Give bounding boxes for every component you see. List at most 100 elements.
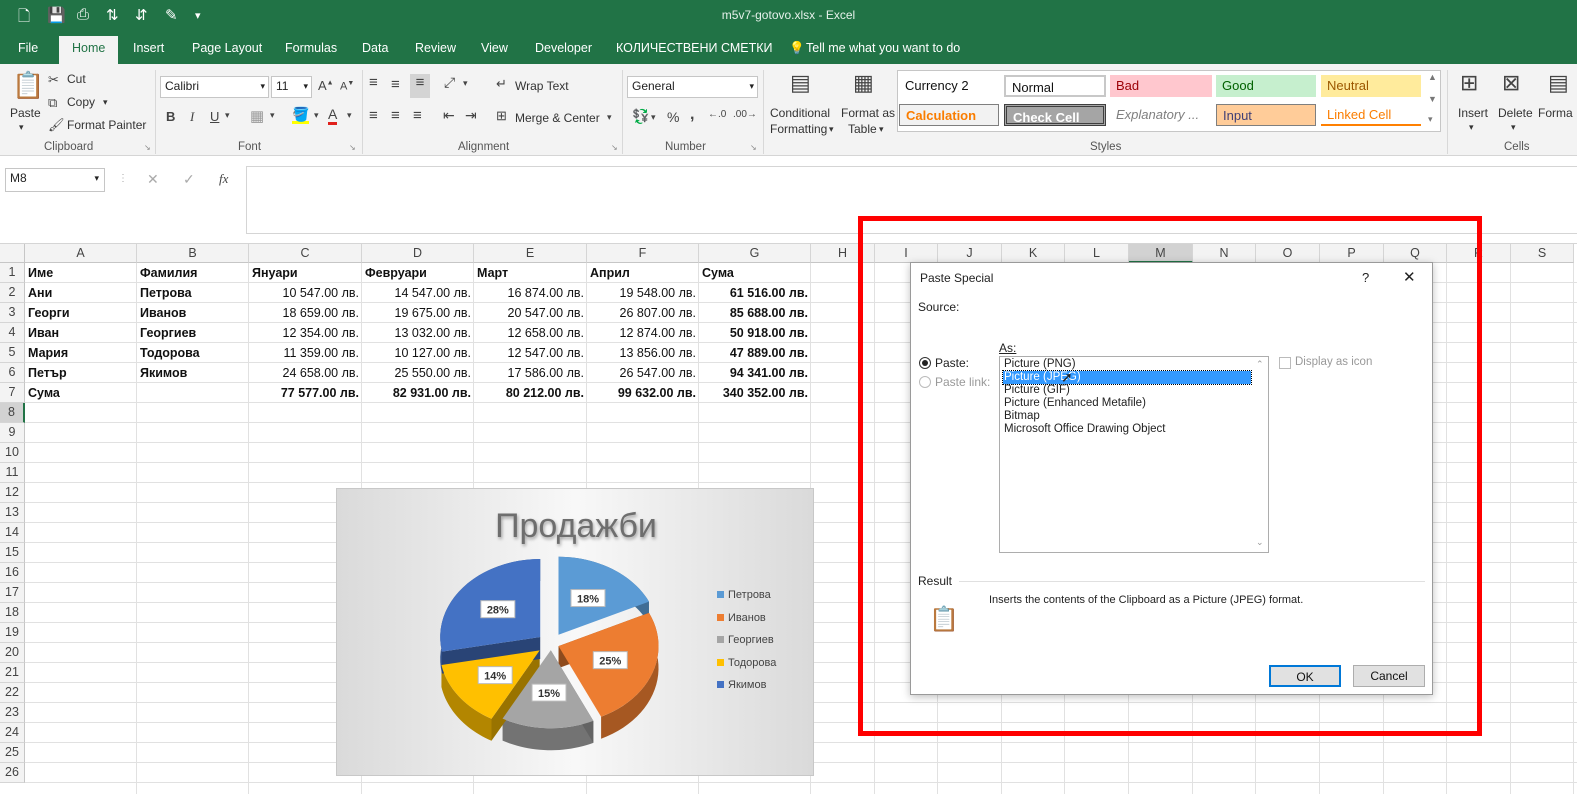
tab-home[interactable]: Home <box>59 36 119 64</box>
display-as-icon-checkbox[interactable] <box>1279 357 1291 369</box>
cell-e6[interactable]: 17 586.00 лв. <box>474 363 587 383</box>
name-box[interactable]: M8 ▾ <box>5 168 105 192</box>
cell-d2[interactable]: 14 547.00 лв. <box>362 283 474 303</box>
cell-e7[interactable]: 80 212.00 лв. <box>474 383 587 403</box>
cell-f4[interactable]: 12 874.00 лв. <box>587 323 699 343</box>
tab-kolichestveni-smetki[interactable]: КОЛИЧЕСТВЕНИ СМЕТКИ <box>616 41 773 55</box>
bold-button[interactable]: B <box>166 109 175 124</box>
style-explanatory[interactable]: Explanatory ... <box>1110 104 1212 126</box>
increase-decimal-icon[interactable]: ←.0 <box>708 109 726 120</box>
cell-e3[interactable]: 20 547.00 лв. <box>474 303 587 323</box>
row-header-5[interactable]: 5 <box>0 343 25 363</box>
align-bottom-icon[interactable]: ≡ <box>410 74 430 98</box>
pie-chart[interactable]: Продажби 18% 25% 15% 14% 28% Петрова Иванов Ге… <box>336 488 814 776</box>
row-header-21[interactable]: 21 <box>0 663 25 683</box>
accounting-format-icon[interactable]: 💱 <box>632 108 649 125</box>
cancel-entry-icon[interactable]: ✕ <box>147 171 159 188</box>
comma-style-button[interactable]: , <box>690 106 694 124</box>
font-name-box[interactable]: Calibri ▾ <box>160 76 269 98</box>
paste-link-radio[interactable] <box>919 376 931 388</box>
font-color-dropdown-icon[interactable]: ▾ <box>347 110 352 121</box>
orientation-icon[interactable]: ⤢ <box>444 74 455 91</box>
scroll-up-icon[interactable]: ⌃ <box>1256 359 1264 370</box>
percent-button[interactable]: % <box>667 109 679 125</box>
cell-g4[interactable]: 50 918.00 лв. <box>699 323 811 343</box>
fill-color-icon[interactable]: 🪣 <box>292 107 310 124</box>
increase-font-icon[interactable]: A▲ <box>318 78 334 93</box>
cell-f2[interactable]: 19 548.00 лв. <box>587 283 699 303</box>
confirm-entry-icon[interactable]: ✓ <box>183 171 195 188</box>
fill-dropdown-icon[interactable]: ▾ <box>314 110 319 121</box>
decrease-font-icon[interactable]: A▼ <box>340 80 354 93</box>
cell-f6[interactable]: 26 547.00 лв. <box>587 363 699 383</box>
column-header-f[interactable]: F <box>587 244 699 263</box>
paste-link-radio-label[interactable]: Paste link: <box>935 375 990 389</box>
borders-dropdown-icon[interactable]: ▾ <box>270 110 275 121</box>
merge-center-button[interactable]: Merge & Center <box>515 111 600 125</box>
align-center-icon[interactable]: ≡ <box>391 107 400 124</box>
delete-dropdown-icon[interactable]: ▾ <box>1511 122 1516 133</box>
paste-button[interactable]: Paste <box>10 106 41 120</box>
cell-g3[interactable]: 85 688.00 лв. <box>699 303 811 323</box>
align-left-icon[interactable]: ≡ <box>369 107 378 124</box>
decrease-indent-icon[interactable]: ⇤ <box>443 107 455 124</box>
row-header-10[interactable]: 10 <box>0 443 25 463</box>
style-normal[interactable]: Normal <box>1004 75 1106 97</box>
cell-g5[interactable]: 47 889.00 лв. <box>699 343 811 363</box>
column-header-e[interactable]: E <box>474 244 587 263</box>
gallery-scroll-up-icon[interactable]: ▲ <box>1428 72 1437 82</box>
font-launcher-icon[interactable]: ↘ <box>349 143 356 152</box>
format-cells-icon[interactable]: ▤ <box>1548 70 1569 96</box>
wrap-text-button[interactable]: Wrap Text <box>515 79 569 93</box>
tell-me-search[interactable]: Tell me what you want to do <box>806 41 960 55</box>
font-size-box[interactable]: 11 ▾ <box>271 76 312 98</box>
cell-e4[interactable]: 12 658.00 лв. <box>474 323 587 343</box>
cell-b5[interactable]: Тодорова <box>137 343 249 363</box>
row-header-13[interactable]: 13 <box>0 503 25 523</box>
cell-g1[interactable]: Сума <box>699 263 811 283</box>
cell-g6[interactable]: 94 341.00 лв. <box>699 363 811 383</box>
align-top-icon[interactable]: ≡ <box>369 74 378 91</box>
cell-b1[interactable]: Фамилия <box>137 263 249 283</box>
insert-dropdown-icon[interactable]: ▾ <box>1469 122 1474 133</box>
row-header-7[interactable]: 7 <box>0 383 25 403</box>
copy-dropdown-icon[interactable]: ▾ <box>103 97 108 108</box>
accounting-dropdown-icon[interactable]: ▾ <box>651 112 656 123</box>
row-header-16[interactable]: 16 <box>0 563 25 583</box>
copy-button[interactable]: Copy <box>67 95 95 109</box>
insert-cells-button[interactable]: Insert <box>1458 106 1488 120</box>
underline-button[interactable]: U <box>210 109 219 124</box>
cell-f5[interactable]: 13 856.00 лв. <box>587 343 699 363</box>
tab-insert[interactable]: Insert <box>133 41 164 55</box>
row-header-26[interactable]: 26 <box>0 763 25 783</box>
cell-c5[interactable]: 11 359.00 лв. <box>249 343 362 363</box>
row-header-2[interactable]: 2 <box>0 283 25 303</box>
select-all-corner[interactable] <box>0 244 25 263</box>
underline-dropdown-icon[interactable]: ▾ <box>225 110 230 121</box>
delete-cells-icon[interactable]: ⊠ <box>1502 70 1520 96</box>
paste-icon[interactable]: 📋 <box>12 70 44 101</box>
align-right-icon[interactable]: ≡ <box>413 107 422 124</box>
conditional-dropdown-icon[interactable]: ▾ <box>829 124 834 135</box>
cell-c7[interactable]: 77 577.00 лв. <box>249 383 362 403</box>
row-header-25[interactable]: 25 <box>0 743 25 763</box>
display-as-icon-label[interactable]: Display as icon <box>1295 356 1372 368</box>
paste-radio[interactable] <box>919 357 931 369</box>
style-neutral[interactable]: Neutral <box>1321 75 1421 97</box>
tab-view[interactable]: View <box>481 41 508 55</box>
cell-b4[interactable]: Георгиев <box>137 323 249 343</box>
cell-e2[interactable]: 16 874.00 лв. <box>474 283 587 303</box>
row-header-9[interactable]: 9 <box>0 423 25 443</box>
option-bitmap[interactable]: Bitmap <box>1003 410 1251 423</box>
column-header-a[interactable]: A <box>25 244 137 263</box>
cell-a5[interactable]: Мария <box>25 343 137 363</box>
row-header-23[interactable]: 23 <box>0 703 25 723</box>
option-picture-gif[interactable]: Picture (GIF) <box>1003 384 1251 397</box>
cell-a7[interactable]: Сума <box>25 383 137 403</box>
cell-c2[interactable]: 10 547.00 лв. <box>249 283 362 303</box>
row-header-24[interactable]: 24 <box>0 723 25 743</box>
cancel-button[interactable]: Cancel <box>1353 665 1425 687</box>
row-header-3[interactable]: 3 <box>0 303 25 323</box>
delete-cells-button[interactable]: Delete <box>1498 106 1533 120</box>
cell-a6[interactable]: Петър <box>25 363 137 383</box>
